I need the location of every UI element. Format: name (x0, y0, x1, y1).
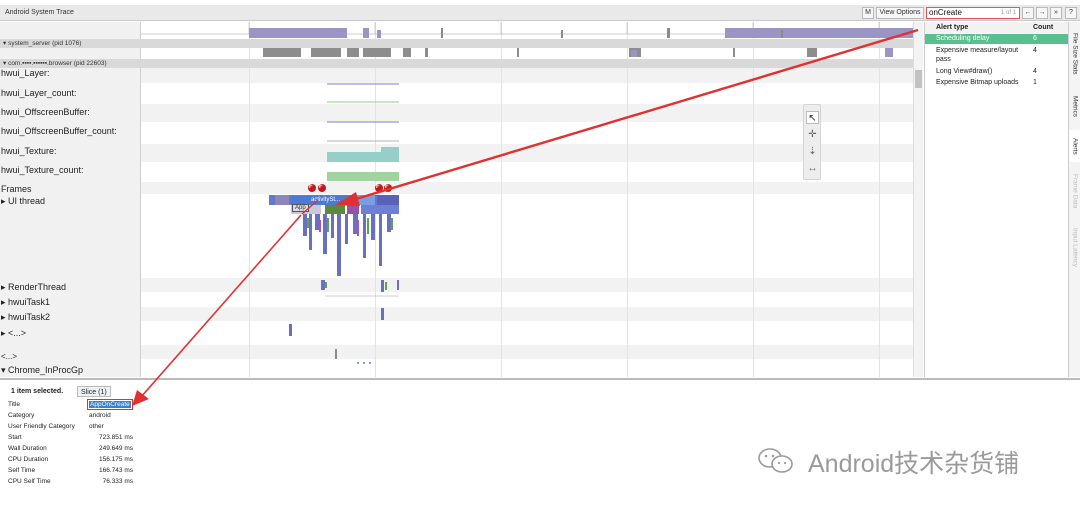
selection-summary: 1 item selected. (11, 388, 64, 395)
detail-value: android (89, 412, 111, 419)
alert-type: Expensive Bitmap uploads (936, 79, 1019, 86)
view-options-button[interactable]: View Options (876, 7, 924, 19)
alert-type: Scheduling delay (936, 35, 990, 42)
track-ui-thread[interactable]: ▸ UI thread (1, 196, 45, 207)
detail-value: 723.851 ms (99, 434, 133, 441)
tab-file-size-stats[interactable]: File Size Stats (1069, 26, 1080, 82)
timing-tool-icon[interactable]: ↔ (806, 162, 819, 175)
alert-count: 6 (1033, 35, 1037, 42)
prev-match-button[interactable]: ← (1022, 7, 1034, 19)
alerts-panel: Alert type Count Scheduling delay 6 Expe… (924, 22, 1069, 377)
window-title: Android System Trace (5, 9, 74, 16)
detail-key: User Friendly Category (8, 423, 75, 430)
process-system-server[interactable]: ▾ system_server (pid 1076) (0, 39, 913, 48)
timeline-area[interactable]: F F F F activitySt... App ↖ ✛ ⇣ ↔ (141, 22, 913, 377)
search-count: 1 of 1 (1000, 10, 1016, 16)
detail-title-value[interactable]: AppOnCreate (87, 399, 133, 410)
detail-key: Title (8, 401, 21, 408)
collapse-button[interactable]: » (1050, 7, 1062, 19)
track-labels: hwui_Layer: hwui_Layer_count: hwui_Offsc… (0, 22, 141, 377)
track-hwui-task1[interactable]: ▸ hwuiTask1 (1, 297, 50, 308)
slice-activity-start[interactable]: activitySt... (311, 197, 340, 203)
zoom-tool-icon[interactable]: ⇣ (806, 145, 819, 158)
alert-count: 4 (1033, 47, 1037, 54)
alert-count: 4 (1033, 68, 1037, 75)
track-chrome-inprocgpu[interactable]: ▾ Chrome_InProcGp (1, 365, 83, 376)
track-hwui-layer[interactable]: hwui_Layer: (1, 68, 50, 78)
track-hwui-layer-count[interactable]: hwui_Layer_count: (1, 88, 77, 98)
tab-slice[interactable]: Slice (1) (77, 386, 111, 397)
wechat-icon (758, 448, 793, 473)
track-hwui-texture-count[interactable]: hwui_Texture_count: (1, 165, 84, 175)
track-hwui-offscreen[interactable]: hwui_OffscreenBuffer: (1, 107, 90, 117)
pan-tool-icon[interactable]: ✛ (806, 128, 819, 141)
tab-frame-data[interactable]: Frame Data (1069, 168, 1080, 214)
scrollbar-thumb[interactable] (915, 70, 922, 88)
help-button[interactable]: ? (1065, 7, 1077, 19)
detail-value: 249.649 ms (99, 445, 133, 452)
track-hwui-texture[interactable]: hwui_Texture: (1, 146, 57, 156)
detail-value: other (89, 423, 104, 430)
alerts-table-header: Alert type Count (925, 22, 1069, 33)
tab-metrics[interactable]: Metrics (1069, 86, 1080, 126)
timeline-scrollbar[interactable] (913, 22, 923, 377)
next-match-button[interactable]: → (1036, 7, 1048, 19)
header-alert-type[interactable]: Alert type (936, 22, 968, 33)
process-browser[interactable]: ▾ com.▪▪▪▪.▪▪▪▪▪▪.browser (pid 22603) (0, 59, 913, 68)
toolbar: Android System Trace M View Options onCr… (0, 5, 1080, 21)
detail-value: 76.333 ms (102, 478, 133, 485)
detail-value: 156.175 ms (99, 456, 133, 463)
detail-key: Category (8, 412, 35, 419)
frame-marker-4[interactable]: F (385, 184, 389, 190)
alert-count: 1 (1033, 79, 1037, 86)
tab-input-latency[interactable]: Input Latency (1069, 220, 1080, 276)
alert-row[interactable]: Expensive measure/layout pass 4 (925, 46, 1069, 65)
timeline-tools: ↖ ✛ ⇣ ↔ (803, 104, 821, 180)
search-value: onCreate (929, 8, 962, 17)
slice-app-oncreate[interactable]: App (292, 204, 309, 212)
track-hwui-offscreen-count[interactable]: hwui_OffscreenBuffer_count: (1, 126, 117, 136)
alert-type: Expensive measure/layout pass (936, 47, 1019, 63)
alert-row[interactable]: Scheduling delay 6 (925, 34, 1069, 44)
alert-type: Long View#draw() (936, 68, 993, 75)
side-tabs: File Size Stats Metrics Alerts Frame Dat… (1068, 22, 1080, 377)
watermark-text: Android技术杂货铺 (808, 450, 1020, 478)
header-count[interactable]: Count (1033, 22, 1053, 33)
track-render-thread[interactable]: ▸ RenderThread (1, 282, 66, 293)
alert-row[interactable]: Expensive Bitmap uploads 1 (925, 78, 1069, 88)
frame-marker-1[interactable]: F (309, 184, 313, 190)
track-frames[interactable]: Frames (1, 184, 32, 194)
frame-marker-2[interactable]: F (319, 184, 323, 190)
track-ellipsis-process[interactable]: <...> (1, 352, 17, 361)
track-hwui-task2[interactable]: ▸ hwuiTask2 (1, 312, 50, 323)
selection-tool-icon[interactable]: ↖ (806, 111, 819, 124)
frame-marker-3[interactable]: F (376, 184, 380, 190)
alert-row[interactable]: Long View#draw() 4 (925, 67, 1069, 77)
detail-value: 166.743 ms (99, 467, 133, 474)
track-ellipsis-thread[interactable]: ▸ <...> (1, 328, 26, 339)
trace-graph (141, 22, 913, 364)
search-input[interactable]: onCreate 1 of 1 (926, 7, 1020, 19)
m-button[interactable]: M (862, 7, 874, 19)
tab-alerts[interactable]: Alerts (1069, 130, 1080, 162)
